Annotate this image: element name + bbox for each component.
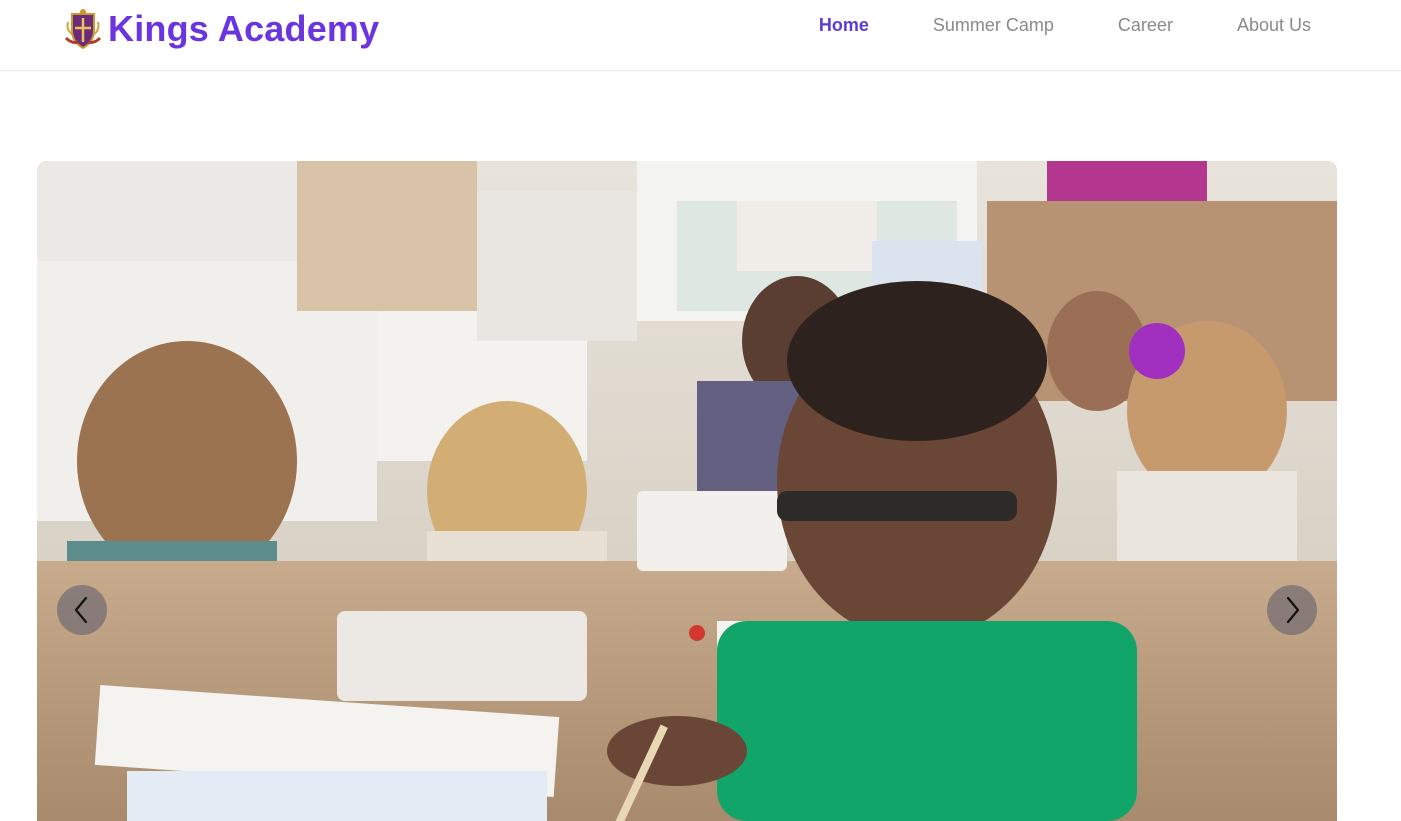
site-header: Kings Academy Home Summer Camp Career Ab…: [0, 0, 1401, 71]
carousel-prev-button[interactable]: [57, 585, 107, 635]
hero-carousel: [37, 161, 1337, 821]
nav-item-about-us[interactable]: About Us: [1237, 14, 1311, 36]
chevron-left-icon: [74, 596, 88, 624]
academy-crest-icon: [64, 9, 102, 50]
brand-name: Kings Academy: [108, 8, 380, 49]
nav-item-summer-camp[interactable]: Summer Camp: [933, 14, 1054, 36]
main-nav: Home Summer Camp Career About Us: [755, 14, 1311, 36]
carousel-next-button[interactable]: [1267, 585, 1317, 635]
brand-logo-link[interactable]: Kings Academy: [64, 6, 379, 52]
nav-item-career[interactable]: Career: [1118, 14, 1173, 36]
nav-item-home[interactable]: Home: [819, 14, 869, 36]
classroom-photo: [37, 161, 1337, 821]
chevron-right-icon: [1286, 596, 1300, 624]
